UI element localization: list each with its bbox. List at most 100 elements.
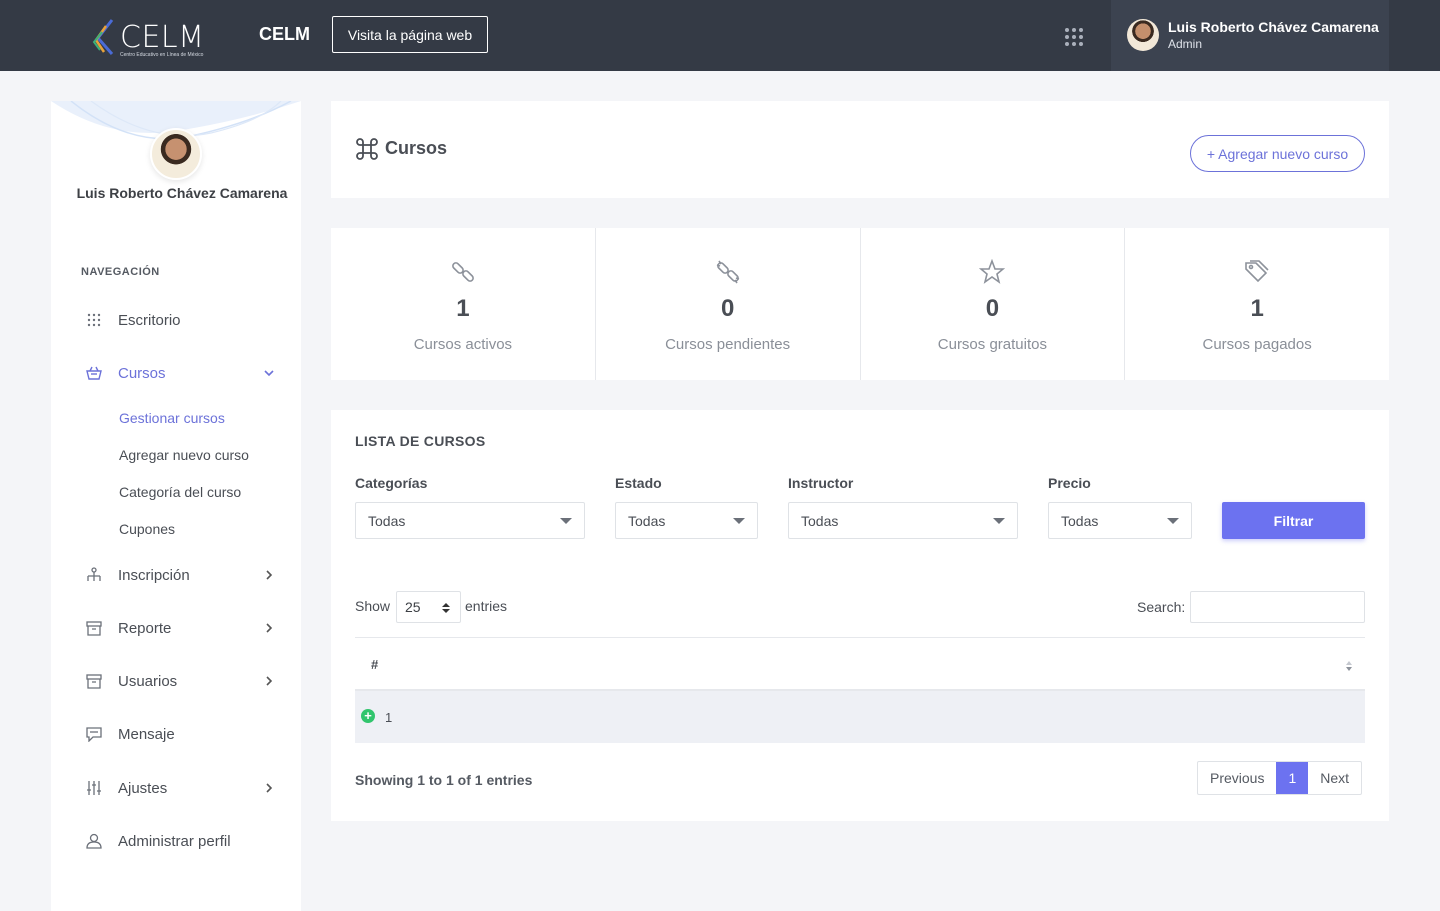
stat-value: 0	[985, 295, 1000, 322]
caret-down-icon	[733, 518, 745, 524]
chevron-down-icon	[264, 370, 274, 377]
nav-heading: NAVEGACIÓN	[81, 266, 160, 278]
broken-link-icon	[716, 260, 739, 284]
category-select[interactable]: Todas	[355, 502, 585, 539]
sidebar-item-label: Administrar perfil	[118, 832, 231, 850]
pagination: Previous 1 Next	[1197, 761, 1363, 795]
avatar	[1127, 19, 1159, 51]
subitem-agregar-nuevo-curso[interactable]: Agregar nuevo curso	[119, 447, 249, 463]
stat-free-courses: 0 Cursos gratuitos	[861, 228, 1126, 380]
top-navbar: CELM Centro Educativo en Línea de México…	[0, 0, 1440, 71]
select-value: Todas	[1061, 512, 1099, 529]
basket-icon	[83, 362, 105, 384]
showing-entries-info: Showing 1 to 1 of 1 entries	[355, 772, 533, 788]
celm-logo[interactable]: CELM Centro Educativo en Línea de México	[92, 18, 205, 58]
sliders-icon	[83, 777, 105, 799]
archive-icon	[83, 617, 105, 639]
star-icon	[979, 259, 1006, 284]
table-header[interactable]: #	[355, 637, 1365, 691]
stat-label: Cursos activos	[413, 336, 513, 353]
sidebar-item-label: Cursos	[118, 364, 166, 382]
sidebar-item-escritorio[interactable]: Escritorio	[81, 305, 276, 335]
pagination-previous[interactable]: Previous	[1198, 762, 1276, 794]
filter-label-precio: Precio	[1048, 475, 1091, 491]
chevron-right-icon	[266, 623, 273, 633]
archive-icon	[83, 670, 105, 692]
filter-button[interactable]: Filtrar	[1222, 502, 1365, 539]
sidebar-item-label: Inscripción	[118, 566, 190, 584]
instructor-select[interactable]: Todas	[788, 502, 1018, 539]
list-title: LISTA DE CURSOS	[355, 433, 486, 449]
show-label: Show	[355, 598, 391, 614]
pagination-next[interactable]: Next	[1308, 762, 1361, 794]
status-select[interactable]: Todas	[615, 502, 758, 539]
chevron-right-icon	[266, 570, 273, 580]
sort-icon[interactable]	[1345, 660, 1353, 672]
link-icon	[451, 262, 474, 282]
hierarchy-icon	[83, 564, 105, 586]
logo-mark-icon	[92, 19, 114, 55]
pagination-page-1[interactable]: 1	[1276, 762, 1309, 794]
filter-label-categorias: Categorías	[355, 475, 428, 491]
entries-label: entries	[465, 598, 508, 614]
sidebar-item-mensaje[interactable]: Mensaje	[81, 719, 276, 749]
table-row[interactable]: + 1	[355, 691, 1365, 743]
sidebar-item-reporte[interactable]: Reporte	[81, 613, 276, 643]
entries-per-page-select[interactable]: 25	[396, 591, 461, 623]
caret-down-icon	[1167, 518, 1179, 524]
sidebar-item-label: Escritorio	[118, 311, 181, 329]
subitem-categoria-del-curso[interactable]: Categoría del curso	[119, 484, 241, 500]
user-role: Admin	[1168, 37, 1203, 51]
logo-subtitle: Centro Educativo en Línea de México	[120, 52, 204, 58]
sidebar-item-label: Usuarios	[118, 672, 178, 690]
filter-label-instructor: Instructor	[788, 475, 854, 491]
sidebar-item-label: Mensaje	[118, 725, 175, 743]
select-value: Todas	[628, 512, 666, 529]
sidebar-item-administrar-perfil[interactable]: Administrar perfil	[81, 826, 276, 856]
expand-plus-icon[interactable]: +	[361, 709, 375, 723]
sidebar-item-inscripcion[interactable]: Inscripción	[81, 560, 276, 590]
sidebar-item-ajustes[interactable]: Ajustes	[81, 773, 276, 803]
column-header-number: #	[371, 657, 379, 672]
chat-icon	[83, 723, 105, 745]
stat-pending-courses: 0 Cursos pendientes	[596, 228, 861, 380]
stat-label: Cursos gratuitos	[937, 336, 1047, 353]
search-label: Search:	[1137, 599, 1186, 615]
chevron-right-icon	[266, 676, 273, 686]
tags-icon	[1245, 260, 1269, 283]
visit-website-button[interactable]: Visita la página web	[332, 16, 488, 53]
add-course-button[interactable]: + Agregar nuevo curso	[1190, 135, 1365, 172]
user-menu[interactable]: Luis Roberto Chávez Camarena Admin	[1111, 0, 1389, 71]
page-title: Cursos	[385, 138, 448, 158]
stat-value: 1	[1250, 295, 1264, 322]
sidebar-item-label: Ajustes	[118, 779, 168, 797]
search-input[interactable]	[1190, 591, 1365, 623]
course-list-card: LISTA DE CURSOS Categorías Todas Estado …	[331, 410, 1389, 821]
entries-value: 25	[405, 599, 421, 615]
brand-name[interactable]: CELM	[259, 24, 310, 45]
select-value: Todas	[368, 512, 406, 529]
stat-label: Cursos pendientes	[665, 336, 791, 353]
filter-label-estado: Estado	[615, 475, 662, 491]
caret-down-icon	[993, 518, 1005, 524]
sidebar: Luis Roberto Chávez Camarena NAVEGACIÓN …	[51, 101, 301, 911]
stats-card: 1 Cursos activos 0 Cursos pendientes 0 C…	[331, 228, 1389, 380]
sidebar-item-usuarios[interactable]: Usuarios	[81, 666, 276, 696]
updown-arrows-icon	[442, 603, 450, 613]
user-icon	[83, 830, 105, 852]
stat-active-courses: 1 Cursos activos	[331, 228, 596, 380]
subitem-cupones[interactable]: Cupones	[119, 521, 175, 537]
apps-grid-icon[interactable]	[1065, 28, 1083, 46]
user-name: Luis Roberto Chávez Camarena	[1168, 19, 1379, 35]
chevron-right-icon	[266, 783, 273, 793]
stat-label: Cursos pagados	[1202, 336, 1312, 353]
logo-text: CELM	[120, 20, 205, 55]
command-icon	[356, 138, 378, 160]
sidebar-item-cursos[interactable]: Cursos	[81, 358, 276, 388]
subitem-gestionar-cursos[interactable]: Gestionar cursos	[119, 410, 225, 426]
stat-value: 0	[720, 295, 735, 322]
page-header-card: Cursos + Agregar nuevo curso	[331, 101, 1389, 198]
caret-down-icon	[560, 518, 572, 524]
price-select[interactable]: Todas	[1048, 502, 1192, 539]
stat-paid-courses: 1 Cursos pagados	[1125, 228, 1389, 380]
